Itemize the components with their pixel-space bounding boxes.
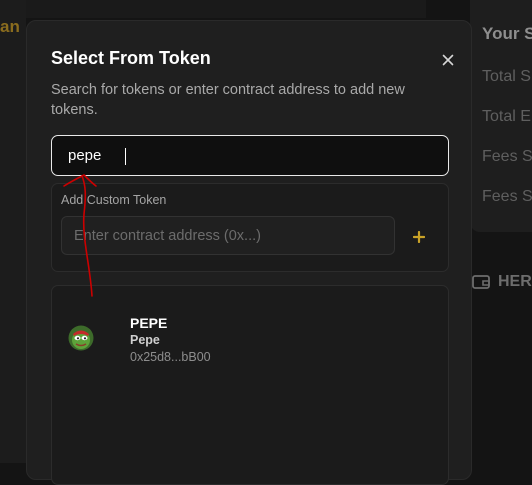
- background-stat-label: Total S: [482, 68, 531, 85]
- token-symbol: PEPE: [130, 315, 168, 331]
- token-list-item[interactable]: PEPE Pepe 0x25d8...bB00: [53, 296, 443, 364]
- token-search-box: [51, 135, 449, 176]
- modal-title: Select From Token: [51, 48, 211, 68]
- custom-token-section: Add Custom Token: [51, 183, 449, 272]
- token-results-list: PEPE Pepe 0x25d8...bB00: [51, 285, 449, 485]
- token-search-input[interactable]: [68, 147, 428, 164]
- background-left-title: an: [0, 17, 20, 36]
- close-button[interactable]: [438, 50, 458, 70]
- contract-address-input[interactable]: [74, 227, 384, 244]
- token-name: Pepe: [130, 333, 160, 347]
- background-stat-label: Total E: [482, 108, 531, 125]
- custom-token-label: Add Custom Token: [61, 193, 167, 207]
- background-hero-heading: HER: [472, 273, 532, 291]
- contract-address-field-wrap: [61, 216, 395, 255]
- text-caret: [125, 148, 126, 165]
- add-custom-token-button[interactable]: [410, 228, 428, 246]
- background-top-strip: [26, 0, 426, 18]
- modal-description: Search for tokens or enter contract addr…: [51, 82, 405, 118]
- background-stats-title: Your S: [482, 24, 532, 43]
- background-left-panel: [0, 0, 26, 463]
- background-stat-label: Fees S: [482, 148, 532, 165]
- background-stat-label: Fees S: [482, 188, 532, 205]
- token-address: 0x25d8...bB00: [130, 350, 211, 364]
- plus-icon: [413, 231, 425, 243]
- background-hero-label: HER: [498, 273, 532, 290]
- close-icon: [442, 54, 454, 66]
- wallet-icon: [472, 275, 490, 289]
- select-token-modal: Select From Token Search for tokens or e…: [26, 20, 472, 485]
- pepe-logo-icon: [68, 325, 94, 351]
